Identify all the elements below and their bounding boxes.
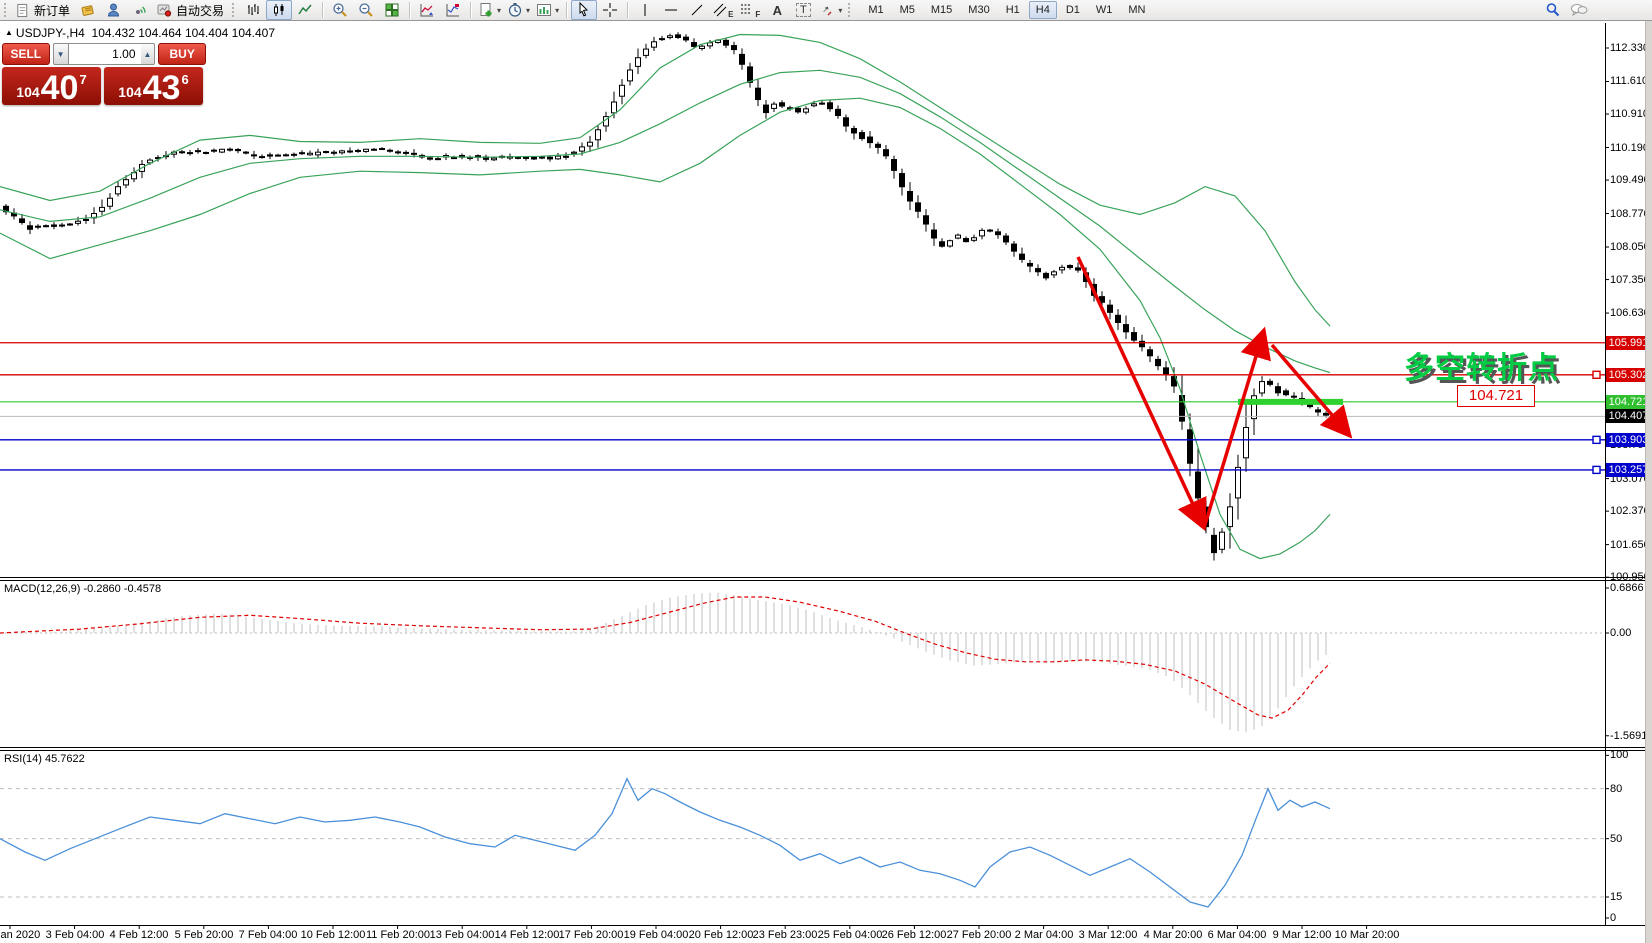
time-label: 7 Feb 04:00 [239, 929, 298, 941]
price-tick: 111.610 [1610, 75, 1648, 87]
price-tick: 102.370 [1610, 505, 1650, 517]
time-label: 11 Feb 20:00 [366, 929, 430, 941]
rsi-title: RSI(14) [4, 753, 42, 765]
time-label: 9 Mar 12:00 [1273, 929, 1332, 941]
macd-tick: 0.00 [1610, 627, 1631, 639]
trend-arrow[interactable] [1078, 257, 1204, 528]
price-tick: 108.770 [1610, 208, 1650, 220]
volume-increase-button[interactable]: ▲ [141, 43, 156, 65]
buy-price-button[interactable]: 104436 [104, 67, 203, 105]
sell-price-main: 40 [41, 71, 79, 105]
mt4-window: 新订单 自动交易 [0, 0, 1652, 943]
symbol-info: ▲USDJPY-,H4 104.432 104.464 104.404 104.… [5, 26, 275, 40]
buy-price-main: 43 [143, 71, 181, 105]
macd-signal-line [0, 597, 1330, 718]
price-tick: 110.190 [1610, 142, 1649, 154]
time-label: 4 Mar 20:00 [1144, 929, 1203, 941]
window-edge [1645, 21, 1652, 943]
macd-tick: 0.6866 [1610, 582, 1644, 594]
time-label: 5 Feb 20:00 [175, 929, 234, 941]
time-label: 14 Feb 12:00 [495, 929, 560, 941]
level-handle[interactable] [1593, 436, 1600, 443]
collapse-panel-icon[interactable]: ▲ [5, 28, 13, 37]
rsi-tick: 100 [1610, 749, 1628, 761]
price-tick: 110.910 [1610, 108, 1649, 120]
level-handle[interactable] [1593, 371, 1600, 378]
one-click-trading-panel: SELL ▼ ▲ BUY 104407 104436 [2, 43, 206, 105]
volume-decrease-button[interactable]: ▼ [53, 43, 69, 65]
time-label: 6 Mar 04:00 [1208, 929, 1267, 941]
price-tick: 108.050 [1610, 241, 1650, 253]
rsi-tick: 50 [1610, 833, 1622, 845]
time-label: 19 Feb 04:00 [624, 929, 689, 941]
macd-tick: -1.5691 [1610, 730, 1647, 742]
symbol-ohlc: 104.432 104.464 104.404 104.407 [92, 26, 276, 40]
time-label: 13 Feb 04:00 [430, 929, 495, 941]
sell-button[interactable]: SELL [2, 43, 50, 65]
rsi-label: RSI(14) 45.7622 [4, 753, 85, 765]
price-tick: 101.650 [1610, 539, 1650, 551]
rsi-value: 45.7622 [45, 753, 85, 765]
price-tick: 112.330 [1610, 42, 1649, 54]
sell-price-prefix: 104 [16, 84, 39, 100]
macd-title: MACD(12,26,9) [4, 583, 80, 595]
macd-values: -0.2860 -0.4578 [83, 583, 161, 595]
price-level-label[interactable]: 104.721 [1457, 385, 1535, 407]
level-handle[interactable] [1593, 466, 1600, 473]
rsi-tick: 80 [1610, 783, 1622, 795]
symbol-name: USDJPY-,H4 [16, 26, 85, 40]
buy-button[interactable]: BUY [158, 43, 206, 65]
bb-middle [0, 70, 1330, 372]
rsi-tick: 0 [1610, 912, 1616, 924]
time-label: 10 Feb 12:00 [301, 929, 366, 941]
price-tick: 107.350 [1610, 274, 1650, 286]
volume-input[interactable] [69, 43, 141, 65]
time-label: 3 Mar 12:00 [1079, 929, 1138, 941]
time-label: 17 Feb 20:00 [559, 929, 624, 941]
trend-arrow[interactable] [1204, 330, 1264, 528]
time-label: 26 Feb 12:00 [882, 929, 947, 941]
time-label: 30 Jan 2020 [0, 929, 40, 941]
sell-price-button[interactable]: 104407 [2, 67, 101, 105]
trade-panel-prices: 104407 104436 [2, 67, 206, 105]
time-label: 3 Feb 04:00 [46, 929, 105, 941]
time-label: 25 Feb 04:00 [818, 929, 883, 941]
buy-price-pip: 6 [181, 72, 188, 87]
price-tick: 109.490 [1610, 174, 1650, 186]
sell-price-pip: 7 [79, 72, 86, 87]
time-label: 10 Mar 20:00 [1335, 929, 1400, 941]
time-label: 23 Feb 23:00 [753, 929, 818, 941]
time-label: 20 Feb 12:00 [689, 929, 754, 941]
trade-panel-controls: SELL ▼ ▲ BUY [2, 43, 206, 65]
candles [4, 32, 1329, 560]
time-label: 4 Feb 12:00 [110, 929, 169, 941]
price-tick: 106.630 [1610, 307, 1650, 319]
chart-canvas[interactable] [0, 0, 1652, 943]
annotation-text[interactable]: 多空转折点 [1404, 343, 1559, 387]
rsi-tick: 15 [1610, 891, 1622, 903]
time-label: 27 Feb 20:00 [947, 929, 1012, 941]
rsi-line [0, 779, 1330, 907]
buy-price-prefix: 104 [118, 84, 141, 100]
time-label: 2 Mar 04:00 [1015, 929, 1074, 941]
macd-label: MACD(12,26,9) -0.2860 -0.4578 [4, 583, 161, 595]
bb-lower [0, 98, 1330, 558]
